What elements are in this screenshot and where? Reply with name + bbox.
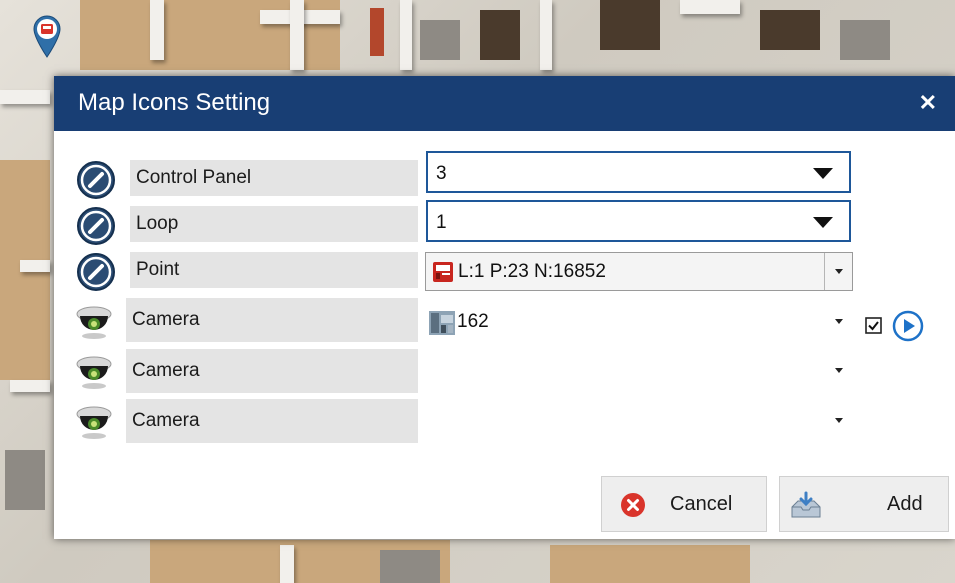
loop-dropdown[interactable]: 1 — [426, 200, 851, 242]
map-icons-setting-dialog: Map Icons Setting ✕ Control Panel 3 Loop… — [54, 76, 955, 539]
camera-2-label-text: Camera — [132, 360, 200, 381]
chevron-down-icon[interactable] — [825, 303, 853, 342]
close-icon[interactable]: ✕ — [919, 92, 937, 114]
camera-2-label: Camera — [126, 349, 418, 393]
chevron-down-icon[interactable] — [813, 217, 833, 228]
add-tray-icon — [791, 491, 821, 518]
control-panel-label-text: Control Panel — [136, 167, 252, 188]
point-dropdown[interactable]: L:1 P:23 N:16852 — [425, 252, 853, 291]
dome-camera-icon — [76, 306, 112, 339]
point-label-text: Point — [136, 259, 180, 280]
cancel-button[interactable]: Cancel — [601, 476, 767, 532]
camera-3-label: Camera — [126, 399, 418, 443]
loop-label: Loop — [130, 206, 418, 242]
chevron-down-icon[interactable] — [825, 352, 853, 391]
pencil-icon[interactable] — [76, 252, 116, 292]
chevron-down-icon[interactable] — [813, 168, 833, 179]
camera-1-label: Camera — [126, 298, 418, 342]
control-panel-label: Control Panel — [130, 160, 418, 196]
play-icon[interactable] — [892, 310, 924, 342]
dialog-title: Map Icons Setting — [78, 89, 271, 116]
dialog-titlebar: Map Icons Setting ✕ — [54, 76, 955, 131]
loop-value: 1 — [436, 212, 447, 233]
add-button[interactable]: Add — [779, 476, 949, 532]
camera-3-dropdown[interactable] — [425, 402, 853, 441]
point-value: L:1 P:23 N:16852 — [458, 261, 606, 282]
camera-1-dropdown[interactable]: 162 — [425, 303, 853, 342]
control-panel-dropdown[interactable]: 3 — [426, 151, 851, 193]
chevron-down-icon[interactable] — [825, 402, 853, 441]
dome-camera-icon — [76, 406, 112, 439]
fire-panel-icon — [433, 262, 453, 282]
map-pin-icon[interactable] — [32, 14, 62, 58]
point-label: Point — [130, 252, 418, 288]
pencil-icon[interactable] — [76, 206, 116, 246]
dome-camera-icon — [76, 356, 112, 389]
chevron-down-icon[interactable] — [824, 253, 852, 290]
control-panel-value: 3 — [436, 163, 447, 184]
camera-2-dropdown[interactable] — [425, 352, 853, 391]
camera-thumbnail-icon — [429, 311, 455, 335]
add-button-label: Add — [887, 493, 923, 515]
camera-1-label-text: Camera — [132, 309, 200, 330]
cancel-icon — [621, 493, 645, 517]
camera-1-checkbox[interactable] — [865, 317, 882, 334]
cancel-button-label: Cancel — [670, 493, 733, 515]
loop-label-text: Loop — [136, 213, 179, 234]
pencil-icon[interactable] — [76, 160, 116, 200]
camera-3-label-text: Camera — [132, 410, 200, 431]
camera-1-value: 162 — [457, 311, 489, 332]
